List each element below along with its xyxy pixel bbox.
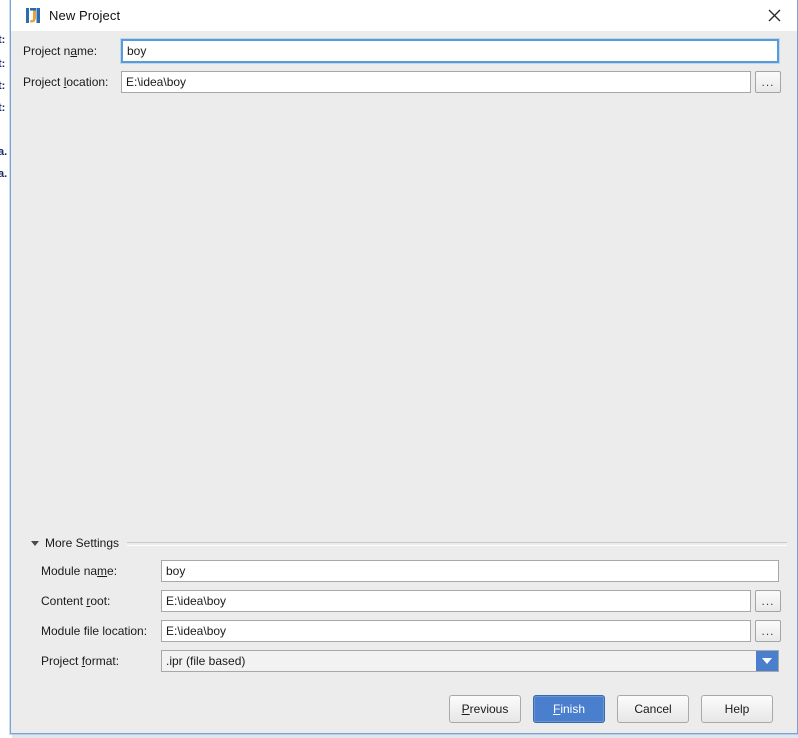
content-root-browse-button[interactable]: ...	[755, 590, 781, 612]
background-text-fragment: t:	[0, 34, 6, 46]
background-text-fragment: t:	[0, 80, 6, 92]
dialog-titlebar: New Project	[11, 0, 797, 31]
project-format-row: Project format: .ipr (file based)	[11, 650, 797, 672]
project-name-label: Project name:	[23, 44, 98, 58]
previous-button[interactable]: Previous	[449, 695, 521, 723]
dialog-content: Project name: Project location: ... More…	[11, 31, 797, 733]
background-text-fragment: a.	[0, 146, 8, 158]
project-format-combobox[interactable]: .ipr (file based)	[161, 650, 779, 672]
module-file-location-browse-button[interactable]: ...	[755, 620, 781, 642]
project-location-row: Project location: ...	[11, 71, 797, 93]
cancel-button[interactable]: Cancel	[617, 695, 689, 723]
project-name-row: Project name:	[11, 39, 797, 63]
project-location-browse-button[interactable]: ...	[755, 71, 781, 93]
close-icon[interactable]	[751, 0, 797, 31]
help-button[interactable]: Help	[701, 695, 773, 723]
background-text-fragment: a.	[0, 168, 8, 180]
content-root-input[interactable]	[161, 590, 751, 612]
project-format-label: Project format:	[41, 654, 120, 668]
more-settings-toggle[interactable]: More Settings	[31, 535, 119, 551]
module-name-label: Module name:	[41, 564, 118, 578]
chevron-down-icon	[31, 540, 39, 546]
chevron-down-icon[interactable]	[756, 651, 778, 671]
project-location-label: Project location:	[23, 75, 109, 89]
module-file-location-input[interactable]	[161, 620, 751, 642]
background-text-fragment: t:	[0, 58, 6, 70]
content-root-row: Content root: ...	[11, 590, 797, 612]
background-text-fragment: t:	[0, 102, 6, 114]
project-location-input[interactable]	[121, 71, 751, 93]
module-name-row: Module name:	[11, 560, 797, 582]
more-settings-separator	[127, 542, 787, 546]
project-name-input[interactable]	[121, 39, 779, 63]
module-file-location-label: Module file location:	[41, 624, 148, 638]
module-name-input[interactable]	[161, 560, 779, 582]
new-project-dialog: New Project Project name: Project locati…	[10, 0, 798, 734]
module-file-location-row: Module file location: ...	[11, 620, 797, 642]
intellij-idea-icon	[25, 7, 42, 24]
project-format-value: .ipr (file based)	[166, 654, 246, 668]
content-root-label: Content root:	[41, 594, 111, 608]
more-settings-label: More Settings	[45, 536, 120, 550]
dialog-title: New Project	[49, 8, 121, 23]
finish-button[interactable]: Finish	[533, 695, 605, 723]
dialog-button-bar: Previous Finish Cancel Help	[11, 695, 797, 723]
